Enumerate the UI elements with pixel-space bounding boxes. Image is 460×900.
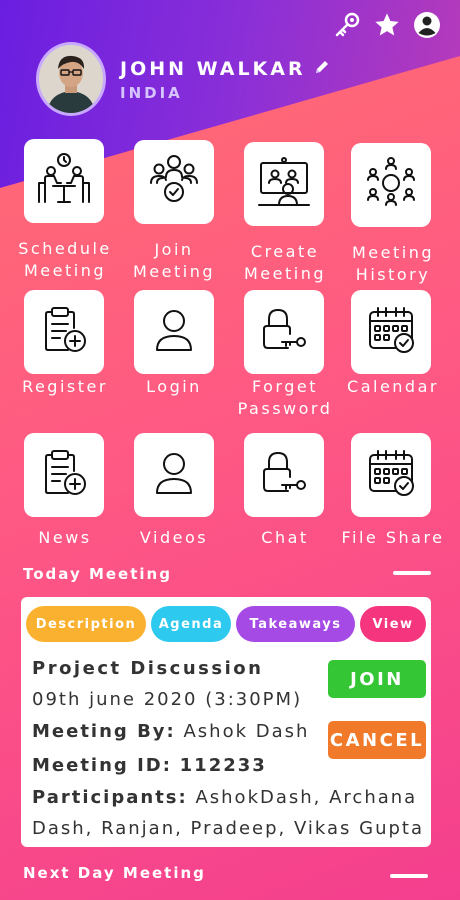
avatar[interactable] xyxy=(36,42,106,116)
tile-register[interactable] xyxy=(24,290,104,374)
tab-agenda[interactable]: Agenda xyxy=(151,606,231,642)
tile-label-join-meeting[interactable]: Join Meeting xyxy=(119,239,229,283)
meeting-by-value: Ashok Dash xyxy=(183,721,310,742)
tile-label-chat[interactable]: Chat xyxy=(230,527,340,549)
meeting-id-value: 112233 xyxy=(179,755,267,776)
lock-key-icon xyxy=(258,447,310,503)
star-icon[interactable] xyxy=(372,10,402,40)
tile-forget-password[interactable] xyxy=(244,290,324,374)
tile-label-news[interactable]: News xyxy=(10,527,120,549)
tile-label-login[interactable]: Login xyxy=(119,376,229,398)
next-day-meeting-title: Next Day Meeting xyxy=(23,864,206,882)
group-check-icon xyxy=(145,151,203,213)
meeting-id-label: Meeting ID: xyxy=(32,755,172,776)
participants-line1: AshokDash, Archana xyxy=(195,787,418,808)
collapse-dash-today[interactable] xyxy=(393,571,431,575)
tile-label-file-share[interactable]: File Share xyxy=(338,527,448,549)
collapse-dash-next[interactable] xyxy=(390,874,428,878)
profile-name-row: JOHN WALKAR xyxy=(120,58,330,80)
cancel-button[interactable]: CANCEL xyxy=(328,721,426,759)
tile-label-create-meeting[interactable]: Create Meeting xyxy=(230,241,340,285)
user-account-icon[interactable] xyxy=(412,10,442,40)
meeting-title: Project Discussion xyxy=(32,658,264,679)
lock-key-icon xyxy=(258,304,310,360)
tile-label-meeting-history[interactable]: Meeting History xyxy=(338,242,448,286)
meeting-id: Meeting ID: 112233 xyxy=(32,755,267,776)
participants-line2: Dash, Ranjan, Pradeep, Vikas Gupta xyxy=(32,818,424,839)
calendar-check-icon xyxy=(365,304,417,360)
tile-chat[interactable] xyxy=(244,433,324,517)
meeting-date: 09th june 2020 (3:30PM) xyxy=(32,689,303,710)
tile-calendar[interactable] xyxy=(351,290,431,374)
tab-description[interactable]: Description xyxy=(26,606,146,642)
join-button[interactable]: JOIN xyxy=(328,660,426,698)
tile-label-videos[interactable]: Videos xyxy=(119,527,229,549)
tile-file-share[interactable] xyxy=(351,433,431,517)
tile-login[interactable] xyxy=(134,290,214,374)
profile-name: JOHN WALKAR xyxy=(120,58,306,80)
tile-videos[interactable] xyxy=(134,433,214,517)
people-circle-icon xyxy=(362,154,420,216)
tab-takeaways[interactable]: Takeaways xyxy=(236,606,355,642)
tile-join-meeting[interactable] xyxy=(134,140,214,224)
key-icon[interactable] xyxy=(332,10,362,40)
top-icon-bar xyxy=(332,10,442,40)
clipboard-add-icon xyxy=(38,447,90,503)
meeting-by: Meeting By: Ashok Dash xyxy=(32,721,309,742)
clipboard-add-icon xyxy=(38,304,90,360)
tile-label-calendar[interactable]: Calendar xyxy=(338,376,448,398)
meeting-card: Description Agenda Takeaways View Projec… xyxy=(21,597,431,847)
tile-label-register[interactable]: Register xyxy=(10,376,120,398)
tile-label-forget-password[interactable]: Forget Password xyxy=(230,376,340,420)
meeting-by-label: Meeting By: xyxy=(32,721,176,742)
calendar-check-icon xyxy=(365,447,417,503)
tile-meeting-history[interactable] xyxy=(351,143,431,227)
participants: Participants: AshokDash, Archana xyxy=(32,787,417,808)
user-icon xyxy=(150,306,198,358)
meeting-table-icon xyxy=(35,150,93,212)
tile-schedule-meeting[interactable] xyxy=(24,139,104,223)
tile-news[interactable] xyxy=(24,433,104,517)
user-icon xyxy=(150,449,198,501)
tile-label-schedule-meeting[interactable]: Schedule Meeting xyxy=(10,238,120,282)
tile-create-meeting[interactable] xyxy=(244,142,324,226)
participants-label: Participants: xyxy=(32,787,188,808)
tab-view[interactable]: View xyxy=(360,606,426,642)
today-meeting-title: Today Meeting xyxy=(23,565,172,583)
video-presentation-icon xyxy=(255,153,313,215)
edit-pencil-icon[interactable] xyxy=(314,58,330,80)
profile-country: INDIA xyxy=(120,84,183,102)
